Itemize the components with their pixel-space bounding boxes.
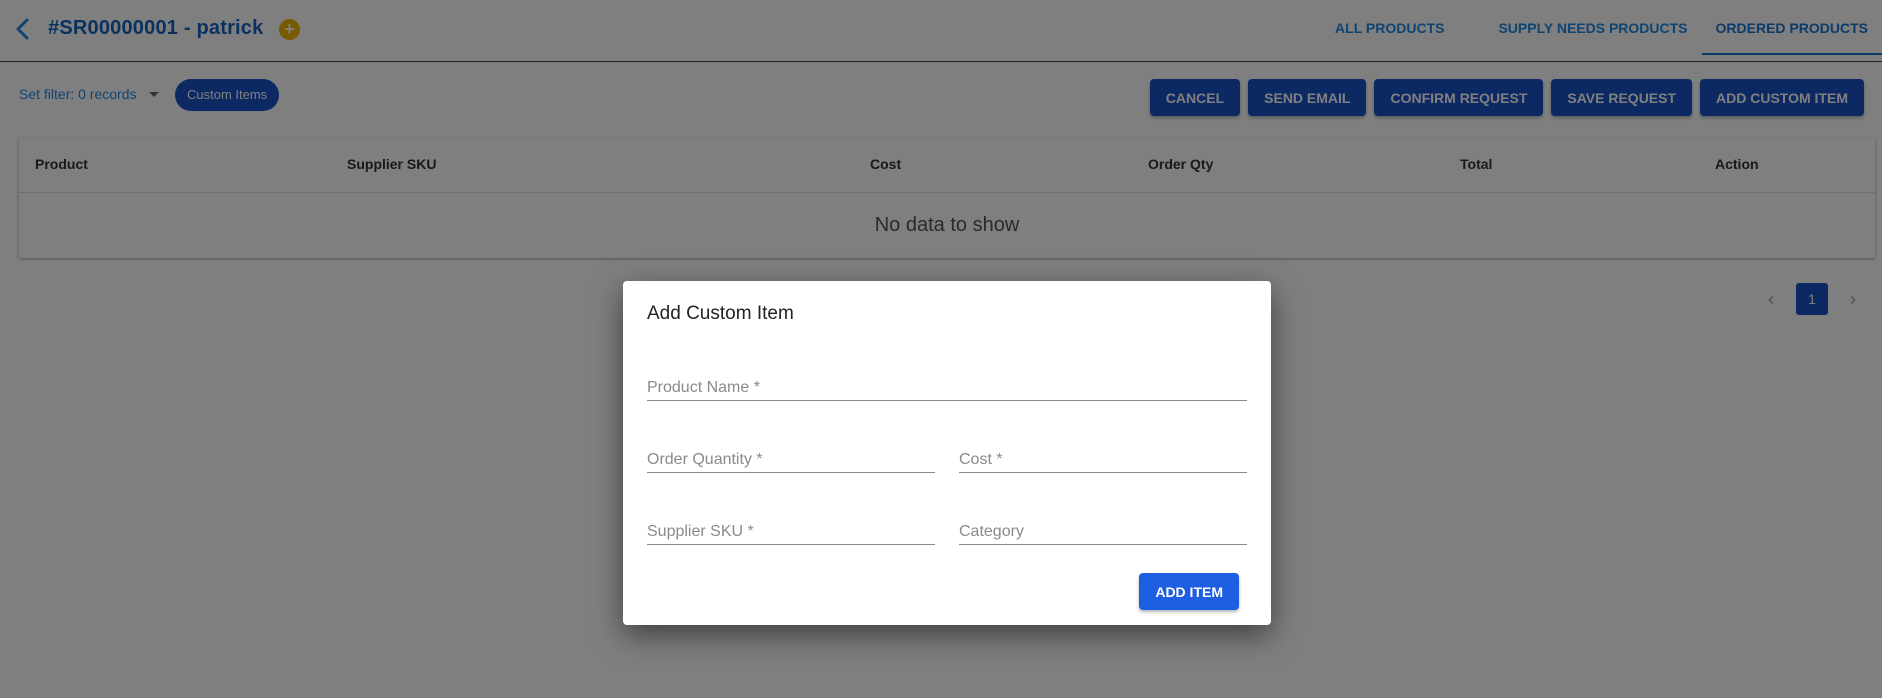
product-name-input[interactable] (647, 367, 1247, 400)
supplier-sku-field (647, 511, 935, 545)
order-quantity-field (647, 439, 935, 473)
add-custom-item-dialog: Add Custom Item ADD ITEM (623, 281, 1271, 625)
dialog-title: Add Custom Item (647, 303, 794, 324)
supplier-sku-input[interactable] (647, 511, 935, 544)
add-item-button[interactable]: ADD ITEM (1139, 573, 1239, 610)
category-input[interactable] (959, 511, 1247, 544)
order-quantity-input[interactable] (647, 439, 935, 472)
category-field (959, 511, 1247, 545)
product-name-field (647, 367, 1247, 401)
cost-field (959, 439, 1247, 473)
cost-input[interactable] (959, 439, 1247, 472)
